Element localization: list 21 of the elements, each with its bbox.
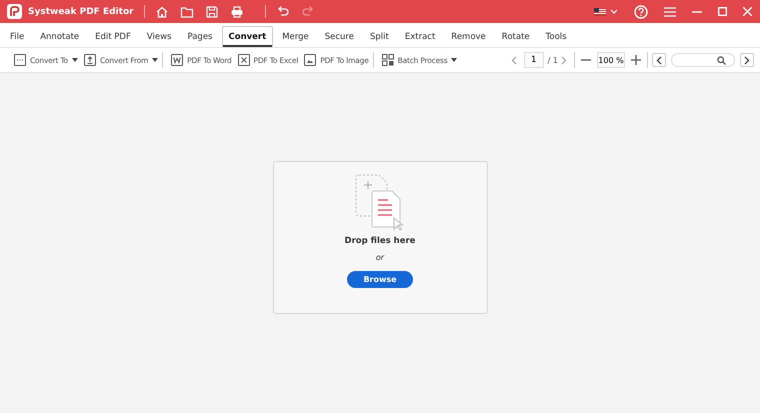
menu-tab[interactable]: Secure <box>318 26 361 47</box>
menu-tab[interactable]: Remove <box>444 26 493 47</box>
menu-tab[interactable]: Merge <box>275 26 316 47</box>
separator-text: or <box>376 253 384 262</box>
menu-tab[interactable]: Annotate <box>33 26 86 47</box>
menu-tab[interactable]: Convert <box>222 26 274 47</box>
page-number-field[interactable]: 1 <box>524 52 544 68</box>
menu-tab[interactable]: Pages <box>180 26 220 47</box>
drop-instruction: Drop files here <box>344 236 416 246</box>
browse-button[interactable]: Browse <box>347 271 413 288</box>
menu-tab[interactable]: Extract <box>398 26 442 47</box>
window-title: Systweak PDF Editor <box>28 6 134 16</box>
menu-tab[interactable]: File <box>3 26 32 47</box>
menu-tab[interactable]: Tools <box>538 26 574 47</box>
zoom-field[interactable]: 100 % <box>597 52 625 68</box>
drop-zone[interactable]: Drop files here or Browse <box>272 161 488 314</box>
menu-tab[interactable]: Rotate <box>494 26 537 47</box>
page-total: / 1 <box>548 56 558 64</box>
menu-tab[interactable]: Views <box>140 26 178 47</box>
menu-tab[interactable]: Split <box>362 26 396 47</box>
menu-tab[interactable]: Edit PDF <box>88 26 138 47</box>
